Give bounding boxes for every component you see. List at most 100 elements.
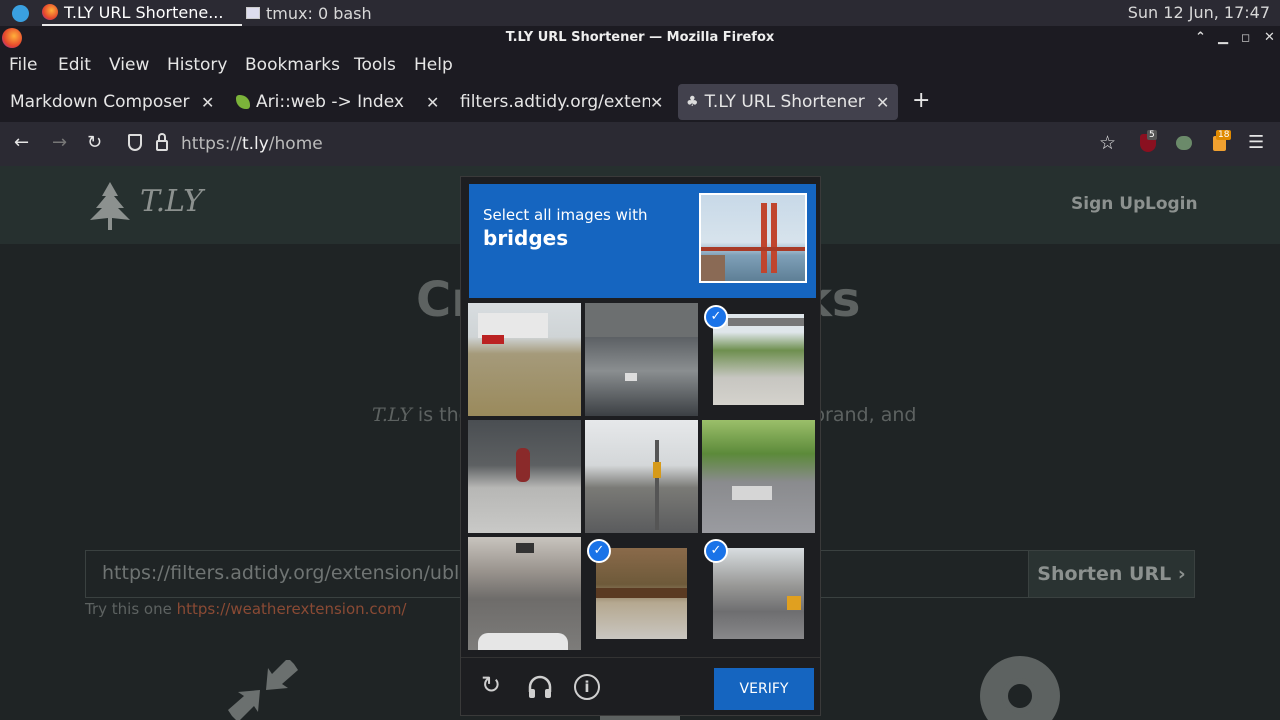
- clock: Sun 12 Jun, 17:47: [1127, 3, 1270, 22]
- firefox-icon: [42, 4, 58, 20]
- task-firefox[interactable]: T.LY URL Shortene...: [42, 0, 242, 26]
- tab-ari-web[interactable]: Ari::web -> Index ✕: [226, 84, 446, 120]
- taxi: [787, 596, 801, 610]
- refresh-icon[interactable]: ↻: [481, 671, 501, 699]
- hamburger-menu-icon[interactable]: ☰: [1248, 132, 1264, 153]
- car: [516, 543, 534, 553]
- tab-tly-url-shortener[interactable]: ♣ T.LY URL Shortener ✕: [678, 84, 898, 120]
- leaf-icon: [236, 95, 250, 109]
- captcha-tile-6[interactable]: [702, 420, 815, 533]
- sample-bridge-image: [699, 193, 807, 283]
- crosswalk: [732, 486, 772, 500]
- window-titlebar: T.LY URL Shortener — Mozilla Firefox ⌃ ▁…: [0, 26, 1280, 52]
- tab-filters-adtidy[interactable]: filters.adtidy.org/extens ✕: [450, 84, 672, 120]
- chrome-logo-icon: [980, 656, 1060, 720]
- shorten-label: Shorten URL: [1037, 563, 1172, 585]
- headphones-icon[interactable]: [527, 674, 553, 700]
- info-icon[interactable]: i: [574, 674, 600, 700]
- url-text[interactable]: https://t.ly/home: [181, 134, 323, 154]
- example-link[interactable]: https://weatherextension.com/: [177, 600, 407, 618]
- login-link[interactable]: Login: [1145, 194, 1198, 214]
- overpass-underside: [585, 303, 698, 337]
- navigation-toolbar: ← → ↻ https://t.ly/home ☆ 5 18 ☰: [0, 122, 1280, 166]
- close-icon[interactable]: ✕: [1264, 26, 1275, 50]
- bridge-deck: [701, 247, 805, 251]
- close-icon[interactable]: ✕: [201, 93, 214, 112]
- rocks: [701, 255, 725, 281]
- verify-button[interactable]: VERIFY: [714, 668, 814, 710]
- try-text: Try this one: [85, 600, 177, 618]
- bridge-photo: [596, 548, 687, 639]
- tab-markdown-composer[interactable]: Markdown Composer ✕: [0, 84, 226, 120]
- chevron-up-icon[interactable]: ⌃: [1195, 26, 1206, 50]
- subtitle-right: brand, and: [813, 404, 917, 426]
- tab-bar: Markdown Composer ✕ Ari::web -> Index ✕ …: [0, 82, 1280, 122]
- system-taskbar: T.LY URL Shortene... tmux: 0 bash Sun 12…: [0, 0, 1280, 26]
- task-terminal[interactable]: tmux: 0 bash: [246, 0, 372, 26]
- captcha-tile-4[interactable]: [468, 420, 581, 533]
- menu-help[interactable]: Help: [414, 55, 453, 75]
- window-title: T.LY URL Shortener — Mozilla Firefox: [505, 30, 775, 45]
- new-tab-plus-icon[interactable]: +: [912, 88, 930, 113]
- terminal-icon: [246, 7, 260, 19]
- captcha-dialog: Select all images with bridges ✓ ✓ ✓ ↻ i…: [460, 176, 821, 716]
- captcha-tile-5[interactable]: [585, 420, 698, 533]
- captcha-header: Select all images with bridges: [469, 184, 816, 298]
- ublock-count-badge: 5: [1147, 130, 1157, 140]
- tab-label: Markdown Composer: [10, 92, 190, 112]
- shield-icon[interactable]: [128, 134, 142, 151]
- selected-check-icon: ✓: [704, 305, 728, 329]
- captcha-tile-3[interactable]: ✓: [702, 303, 815, 416]
- wooden-bridge: [596, 588, 687, 598]
- captcha-tile-2[interactable]: [585, 303, 698, 416]
- menu-edit[interactable]: Edit: [58, 55, 91, 75]
- close-icon[interactable]: ✕: [650, 93, 663, 112]
- system-menu-icon[interactable]: [12, 5, 29, 22]
- reload-icon[interactable]: ↻: [87, 132, 102, 153]
- car-hood: [478, 633, 568, 650]
- menu-history[interactable]: History: [167, 55, 227, 75]
- overpass: [728, 318, 804, 326]
- chevron-right-icon: ›: [1177, 563, 1186, 585]
- cyclist: [516, 448, 530, 482]
- captcha-tile-9[interactable]: ✓: [702, 537, 815, 650]
- tree-icon: ♣: [686, 94, 699, 110]
- traffic-pole: [655, 440, 659, 530]
- firefox-icon: [2, 28, 22, 48]
- menu-bookmarks[interactable]: Bookmarks: [245, 55, 340, 75]
- extension-badge: 18: [1216, 130, 1232, 140]
- maximize-icon[interactable]: ◻: [1241, 26, 1250, 50]
- forward-arrow-icon[interactable]: →: [52, 132, 67, 153]
- url-host: t.ly: [241, 134, 269, 154]
- bookmark-star-icon[interactable]: ☆: [1099, 132, 1116, 154]
- lock-shackle-icon: [158, 133, 166, 142]
- captcha-prompt: Select all images with: [483, 206, 648, 224]
- site-logo[interactable]: T.LY: [140, 184, 203, 219]
- captcha-tile-7[interactable]: [468, 537, 581, 650]
- bridge-tower: [761, 203, 767, 273]
- selected-check-icon: ✓: [587, 539, 611, 563]
- menu-file[interactable]: File: [9, 55, 37, 75]
- subtitle-brand: T.LY: [372, 404, 412, 426]
- menu-tools[interactable]: Tools: [354, 55, 396, 75]
- close-icon[interactable]: ✕: [426, 93, 439, 112]
- minimize-icon[interactable]: ▁: [1218, 26, 1228, 50]
- back-arrow-icon[interactable]: ←: [14, 132, 29, 153]
- menu-bar: File Edit View History Bookmarks Tools H…: [0, 52, 1280, 82]
- spy-glasses-icon[interactable]: [1176, 136, 1192, 150]
- selected-check-icon: ✓: [704, 539, 728, 563]
- bridge-tower: [771, 203, 777, 273]
- tree-logo-icon: [90, 182, 130, 230]
- shorten-url-button[interactable]: Shorten URL ›: [1028, 550, 1195, 598]
- street-photo: [713, 548, 804, 639]
- url-prefix: https://: [181, 134, 242, 154]
- menu-view[interactable]: View: [109, 55, 149, 75]
- captcha-target: bridges: [483, 226, 569, 250]
- task-label: tmux: 0 bash: [266, 3, 372, 23]
- sign-up-link[interactable]: Sign Up: [1071, 194, 1145, 214]
- car: [625, 373, 637, 381]
- captcha-tile-1[interactable]: [468, 303, 581, 416]
- captcha-tile-8[interactable]: ✓: [585, 537, 698, 650]
- subtitle-left: T.LY is the: [372, 404, 470, 426]
- close-icon[interactable]: ✕: [876, 93, 889, 112]
